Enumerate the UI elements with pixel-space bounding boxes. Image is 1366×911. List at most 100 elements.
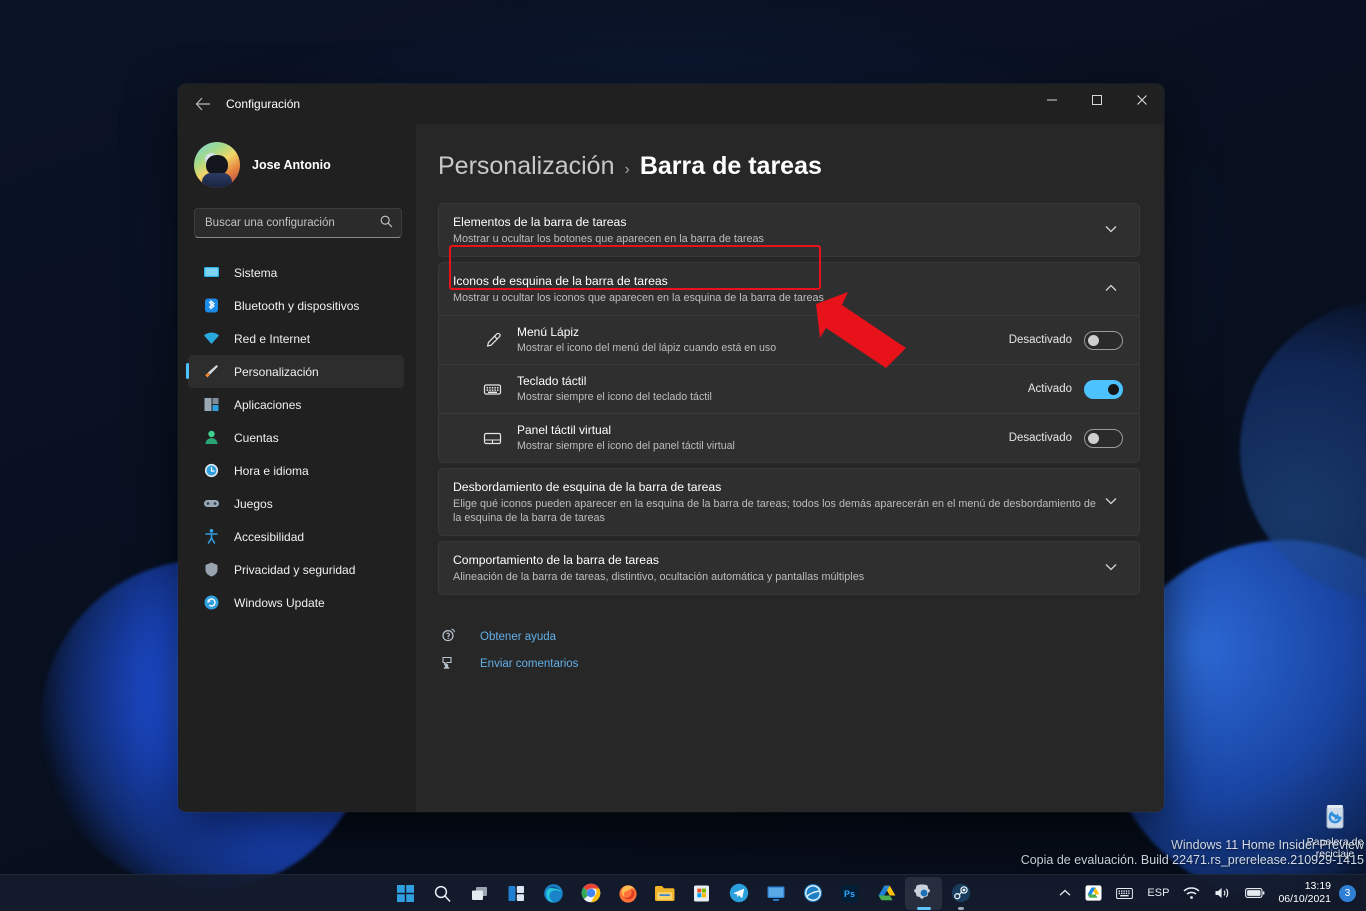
- search-input[interactable]: [205, 217, 380, 229]
- sidebar-item-privacidad[interactable]: Privacidad y seguridad: [188, 553, 404, 586]
- taskbar-telegram-button[interactable]: [720, 877, 757, 910]
- desktop: Papelera de reciclaje Windows 11 Home In…: [0, 0, 1366, 911]
- setting-row-virtual-touchpad[interactable]: Panel táctil virtual Mostrar siempre el …: [439, 413, 1139, 462]
- breadcrumb-parent-link[interactable]: Personalización: [438, 152, 615, 181]
- google-drive-tray-icon: [1085, 885, 1102, 901]
- setting-subtitle: Mostrar siempre el icono del teclado tác…: [517, 391, 712, 403]
- touchpad-icon: [481, 429, 503, 448]
- tray-volume-button[interactable]: [1207, 878, 1238, 908]
- card-taskbar-corner-overflow[interactable]: Desbordamiento de esquina de la barra de…: [438, 468, 1140, 536]
- sidebar-item-label: Accesibilidad: [234, 529, 305, 544]
- maximize-icon: [1091, 95, 1102, 105]
- card-taskbar-behaviors[interactable]: Comportamiento de la barra de tareas Ali…: [438, 541, 1140, 595]
- account-name: Jose Antonio: [252, 158, 331, 172]
- pen-icon: [481, 331, 503, 350]
- avatar: [194, 142, 240, 188]
- card-taskbar-items[interactable]: Elementos de la barra de tareas Mostrar …: [438, 203, 1140, 257]
- svg-text:Ps: Ps: [844, 889, 855, 899]
- taskbar-chrome-button[interactable]: [572, 877, 609, 910]
- minimize-button[interactable]: [1029, 84, 1074, 116]
- get-help-link[interactable]: Obtener ayuda: [438, 623, 1140, 650]
- taskbar-file-explorer-button[interactable]: [646, 877, 683, 910]
- update-icon: [202, 594, 220, 612]
- sidebar-item-hora[interactable]: Hora e idioma: [188, 454, 404, 487]
- chevron-up-icon[interactable]: [1099, 284, 1123, 295]
- taskbar-task-view-button[interactable]: [461, 877, 498, 910]
- sidebar-nav: Sistema Bluetooth y dispositivos Red e I…: [178, 256, 416, 619]
- back-button[interactable]: [186, 89, 220, 119]
- taskbar-display-app-button[interactable]: [757, 877, 794, 910]
- taskbar-browser-globe-button[interactable]: [794, 877, 831, 910]
- sidebar-item-aplicaciones[interactable]: Aplicaciones: [188, 388, 404, 421]
- close-icon: [1136, 95, 1147, 105]
- help-links: Obtener ayuda Enviar comentarios: [438, 623, 1140, 677]
- card-header[interactable]: Iconos de esquina de la barra de tareas …: [439, 263, 1139, 315]
- account-block[interactable]: Jose Antonio: [194, 142, 416, 188]
- content-area: Personalización › Barra de tareas Elemen…: [416, 124, 1164, 812]
- tray-touch-keyboard-button[interactable]: [1109, 878, 1140, 908]
- send-feedback-link[interactable]: Enviar comentarios: [438, 650, 1140, 677]
- setting-row-touch-keyboard[interactable]: Teclado táctil Mostrar siempre el icono …: [439, 364, 1139, 413]
- sidebar-item-accesibilidad[interactable]: Accesibilidad: [188, 520, 404, 553]
- get-help-label: Obtener ayuda: [480, 630, 557, 643]
- taskbar-steam-button[interactable]: [942, 877, 979, 910]
- tray-notification-badge[interactable]: 3: [1339, 884, 1356, 902]
- taskbar-settings-button[interactable]: [905, 876, 942, 910]
- telegram-icon: [729, 883, 748, 903]
- sidebar-item-cuentas[interactable]: Cuentas: [188, 421, 404, 454]
- back-arrow-icon: [195, 97, 210, 111]
- widgets-icon: [508, 885, 524, 901]
- feedback-icon: [438, 655, 460, 672]
- tray-wifi-button[interactable]: [1176, 878, 1207, 908]
- taskbar-firefox-button[interactable]: [609, 877, 646, 910]
- toggle-state-label: Desactivado: [1008, 334, 1072, 346]
- sidebar-item-windows-update[interactable]: Windows Update: [188, 586, 404, 619]
- taskbar-edge-button[interactable]: [535, 877, 572, 910]
- search-box[interactable]: [194, 208, 402, 238]
- tray-overflow-button[interactable]: [1052, 878, 1078, 908]
- sidebar-item-juegos[interactable]: Juegos: [188, 487, 404, 520]
- chevron-down-icon[interactable]: [1099, 563, 1123, 574]
- chevron-down-icon[interactable]: [1099, 225, 1123, 236]
- sidebar-item-personalizacion[interactable]: Personalización: [186, 355, 404, 388]
- setting-subtitle: Mostrar el icono del menú del lápiz cuan…: [517, 342, 777, 354]
- task-view-icon: [472, 886, 487, 900]
- keyboard-icon: [481, 380, 503, 399]
- toggle-touch-keyboard[interactable]: [1084, 379, 1123, 399]
- toggle-state-label: Desactivado: [1008, 432, 1072, 444]
- breadcrumb-separator-icon: ›: [624, 161, 630, 178]
- maximize-button[interactable]: [1074, 84, 1119, 116]
- volume-icon: [1215, 888, 1229, 898]
- close-button[interactable]: [1119, 84, 1164, 116]
- tray-clock[interactable]: 13:19 06/10/2021: [1272, 880, 1339, 906]
- chevron-down-icon[interactable]: [1099, 497, 1123, 508]
- sidebar-item-bluetooth[interactable]: Bluetooth y dispositivos: [188, 289, 404, 322]
- setting-subtitle: Mostrar siempre el icono del panel tácti…: [517, 440, 735, 452]
- card-taskbar-corner-icons[interactable]: Iconos de esquina de la barra de tareas …: [438, 262, 1140, 463]
- taskbar: Ps ESP 13:19 06/10/2021 3: [0, 874, 1366, 911]
- taskbar-photoshop-button[interactable]: Ps: [831, 877, 868, 910]
- card-subtitle: Alineación de la barra de tareas, distin…: [453, 571, 865, 583]
- taskbar-google-drive-button[interactable]: [868, 877, 905, 910]
- tray-google-drive-button[interactable]: [1078, 878, 1109, 908]
- help-question-icon: [438, 628, 460, 645]
- card-header[interactable]: Comportamiento de la barra de tareas Ali…: [439, 542, 1139, 594]
- bluetooth-icon: [202, 297, 220, 315]
- edge-icon: [544, 883, 563, 903]
- watermark-line-1: Windows 11 Home Insider Preview: [1171, 838, 1364, 852]
- tray-language-indicator[interactable]: ESP: [1140, 878, 1176, 908]
- toggle-virtual-touchpad[interactable]: [1084, 428, 1123, 448]
- card-header[interactable]: Elementos de la barra de tareas Mostrar …: [439, 204, 1139, 256]
- taskbar-widgets-button[interactable]: [498, 877, 535, 910]
- sidebar-item-red[interactable]: Red e Internet: [188, 322, 404, 355]
- card-header[interactable]: Desbordamiento de esquina de la barra de…: [439, 469, 1139, 535]
- sidebar-item-label: Personalización: [234, 364, 319, 379]
- toggle-pen-menu[interactable]: [1084, 330, 1123, 350]
- taskbar-search-button[interactable]: [424, 877, 461, 910]
- settings-icon: [913, 884, 930, 899]
- taskbar-microsoft-store-button[interactable]: [683, 877, 720, 910]
- taskbar-start-button[interactable]: [387, 877, 424, 910]
- setting-row-pen-menu[interactable]: Menú Lápiz Mostrar el icono del menú del…: [439, 315, 1139, 364]
- sidebar-item-sistema[interactable]: Sistema: [188, 256, 404, 289]
- tray-battery-button[interactable]: [1238, 878, 1272, 908]
